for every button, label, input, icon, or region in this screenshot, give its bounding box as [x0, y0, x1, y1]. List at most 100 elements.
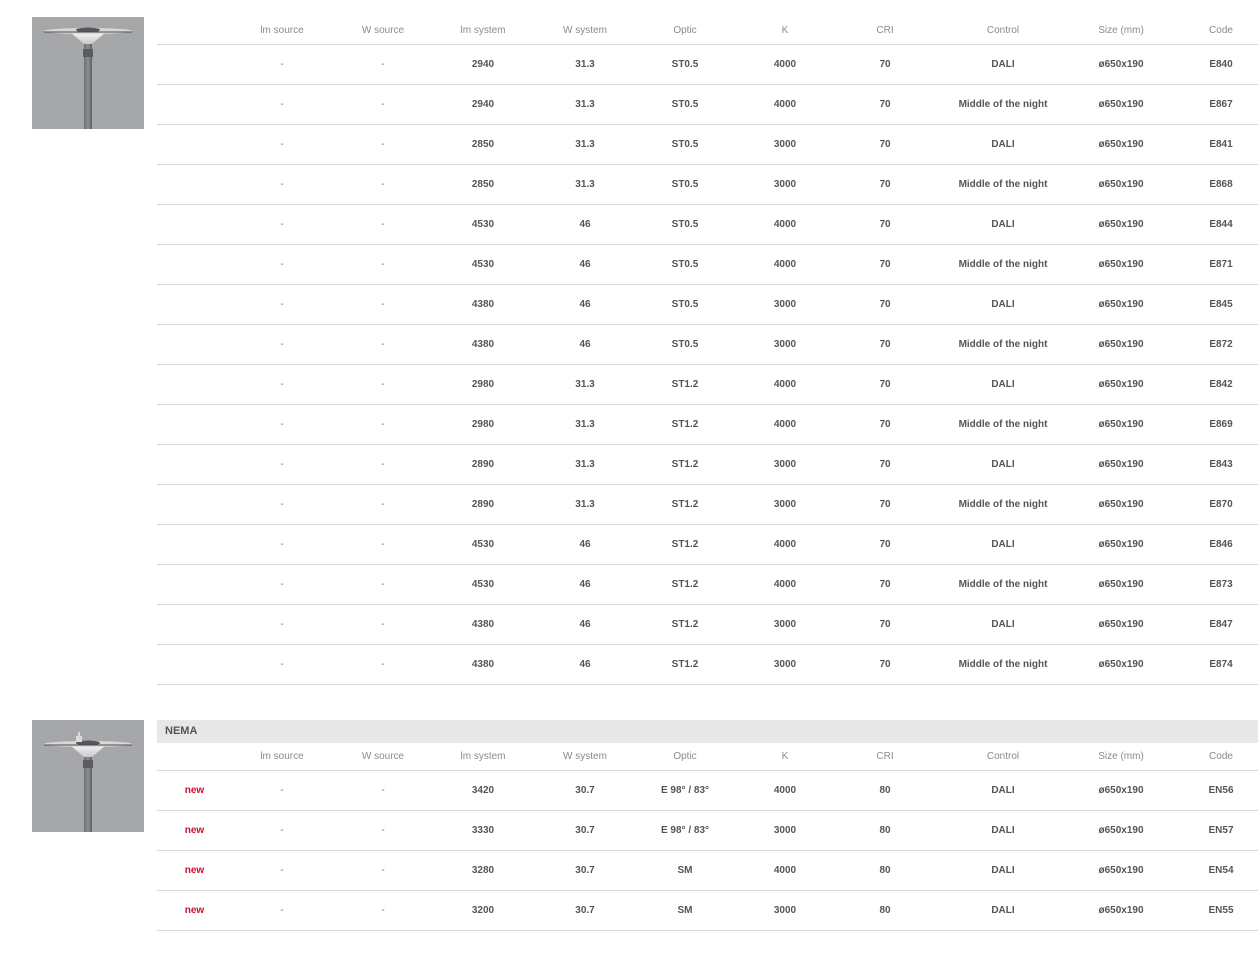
table-cell: 4000	[773, 419, 797, 430]
product-image-luminaire-nema	[32, 720, 144, 832]
table-cell: 80	[879, 785, 891, 796]
table-cell: ø650x190	[1098, 139, 1144, 150]
table-cell: -	[381, 59, 385, 70]
table-cell: ST0.5	[671, 339, 699, 350]
table-cell: 2980	[471, 379, 495, 390]
table-cell: ST0.5	[671, 179, 699, 190]
table-cell: 3000	[773, 499, 797, 510]
luminaire-pole-nema-icon	[44, 732, 132, 832]
table-cell: ST0.5	[671, 59, 699, 70]
table-cell: 3000	[773, 905, 797, 916]
table-cell: -	[280, 659, 284, 670]
table-cell: 2850	[471, 139, 495, 150]
table-cell: -	[280, 825, 284, 836]
table-cell: Middle of the night	[958, 419, 1048, 430]
table-cell: DALI	[991, 139, 1015, 150]
table-cell: DALI	[991, 459, 1015, 470]
product-table-standard: lm source W source lm system W system Op…	[157, 17, 1258, 685]
table-body: new - - 3420 30.7 E 98° / 83° 4000 80 DALI ø650x1…	[157, 771, 1258, 931]
table-cell: 2850	[471, 179, 495, 190]
table-cell: E872	[1209, 339, 1233, 350]
table-cell: 4380	[471, 659, 495, 670]
table-cell: ST0.5	[671, 299, 699, 310]
table-cell: 4000	[773, 219, 797, 230]
table-cell: 2940	[471, 99, 495, 110]
table-cell: ø650x190	[1098, 179, 1144, 190]
table-cell: DALI	[991, 299, 1015, 310]
table-cell: ø650x190	[1098, 419, 1144, 430]
table-cell: 31.3	[575, 139, 595, 150]
table-cell: 4000	[773, 59, 797, 70]
table-cell: 31.3	[575, 179, 595, 190]
table-cell: -	[280, 99, 284, 110]
table-row: new - - 3420 30.7 E 98° / 83° 4000 80 DALI ø650x1…	[157, 771, 1258, 811]
table-cell: 70	[879, 579, 891, 590]
table-cell: ST1.2	[671, 539, 699, 550]
table-cell: SM	[677, 905, 693, 916]
table-cell: DALI	[991, 865, 1015, 876]
table-row: - - 4380 46 ST1.2 3000 70 DALI ø650x190 E847	[157, 605, 1258, 645]
table-row: - - 2940 31.3 ST0.5 4000 70 DALI ø650x190 E840	[157, 45, 1258, 85]
table-cell: EN57	[1208, 825, 1234, 836]
table-cell: 31.3	[575, 99, 595, 110]
table-cell: 3000	[773, 179, 797, 190]
table-cell: -	[280, 419, 284, 430]
table-cell: ø650x190	[1098, 905, 1144, 916]
column-header: Code	[1209, 751, 1233, 762]
table-cell: 30.7	[575, 865, 595, 876]
table-cell: ST1.2	[671, 379, 699, 390]
table-cell: -	[381, 825, 385, 836]
table-cell: -	[280, 619, 284, 630]
table-row: - - 2890 31.3 ST1.2 3000 70 Middle of the night…	[157, 485, 1258, 525]
table-cell: 70	[879, 339, 891, 350]
table-cell: ø650x190	[1098, 865, 1144, 876]
table-row: - - 4530 46 ST1.2 4000 70 Middle of the night ø6…	[157, 565, 1258, 605]
table-header-row: lm source W source lm system W system Op…	[157, 17, 1258, 45]
table-cell: ST1.2	[671, 619, 699, 630]
table-cell: ø650x190	[1098, 539, 1144, 550]
table-cell: 4000	[773, 99, 797, 110]
table-cell: DALI	[991, 825, 1015, 836]
table-cell: -	[280, 499, 284, 510]
table-cell: -	[381, 499, 385, 510]
table-cell: 31.3	[575, 59, 595, 70]
table-cell: 4380	[471, 619, 495, 630]
table-cell: E841	[1209, 139, 1233, 150]
table-cell: E 98° / 83°	[660, 785, 710, 796]
table-body: - - 2940 31.3 ST0.5 4000 70 DALI ø650x190 E840 - - 2…	[157, 45, 1258, 685]
table-row: - - 2940 31.3 ST0.5 4000 70 Middle of the night…	[157, 85, 1258, 125]
table-row: - - 2980 31.3 ST1.2 4000 70 Middle of the night…	[157, 405, 1258, 445]
table-cell: 3000	[773, 619, 797, 630]
table-cell: -	[381, 459, 385, 470]
table-cell: E846	[1209, 539, 1233, 550]
table-cell: E847	[1209, 619, 1233, 630]
table-cell: ø650x190	[1098, 59, 1144, 70]
table-row: - - 4380 46 ST0.5 3000 70 DALI ø650x190 E845	[157, 285, 1258, 325]
column-header: Optic	[673, 751, 697, 762]
column-header: K	[781, 25, 789, 36]
table-cell: 46	[579, 339, 591, 350]
table-cell: E873	[1209, 579, 1233, 590]
table-cell: -	[381, 659, 385, 670]
column-header: W system	[563, 25, 607, 36]
table-cell: 4530	[471, 219, 495, 230]
table-row: - - 2850 31.3 ST0.5 3000 70 Middle of the night…	[157, 165, 1258, 205]
table-cell: -	[381, 219, 385, 230]
table-cell: DALI	[991, 539, 1015, 550]
table-cell: E845	[1209, 299, 1233, 310]
table-cell: ST0.5	[671, 139, 699, 150]
table-cell: SM	[677, 865, 693, 876]
table-cell: -	[381, 785, 385, 796]
table-cell: ø650x190	[1098, 219, 1144, 230]
table-cell: E840	[1209, 59, 1233, 70]
table-cell: ST1.2	[671, 499, 699, 510]
table-cell: 4530	[471, 259, 495, 270]
table-cell: 70	[879, 179, 891, 190]
table-cell: -	[280, 539, 284, 550]
table-cell: 31.3	[575, 499, 595, 510]
table-cell: 4000	[773, 259, 797, 270]
column-header: Size (mm)	[1098, 25, 1144, 36]
table-cell: 46	[579, 219, 591, 230]
column-header: W system	[563, 751, 607, 762]
table-cell: 3000	[773, 139, 797, 150]
